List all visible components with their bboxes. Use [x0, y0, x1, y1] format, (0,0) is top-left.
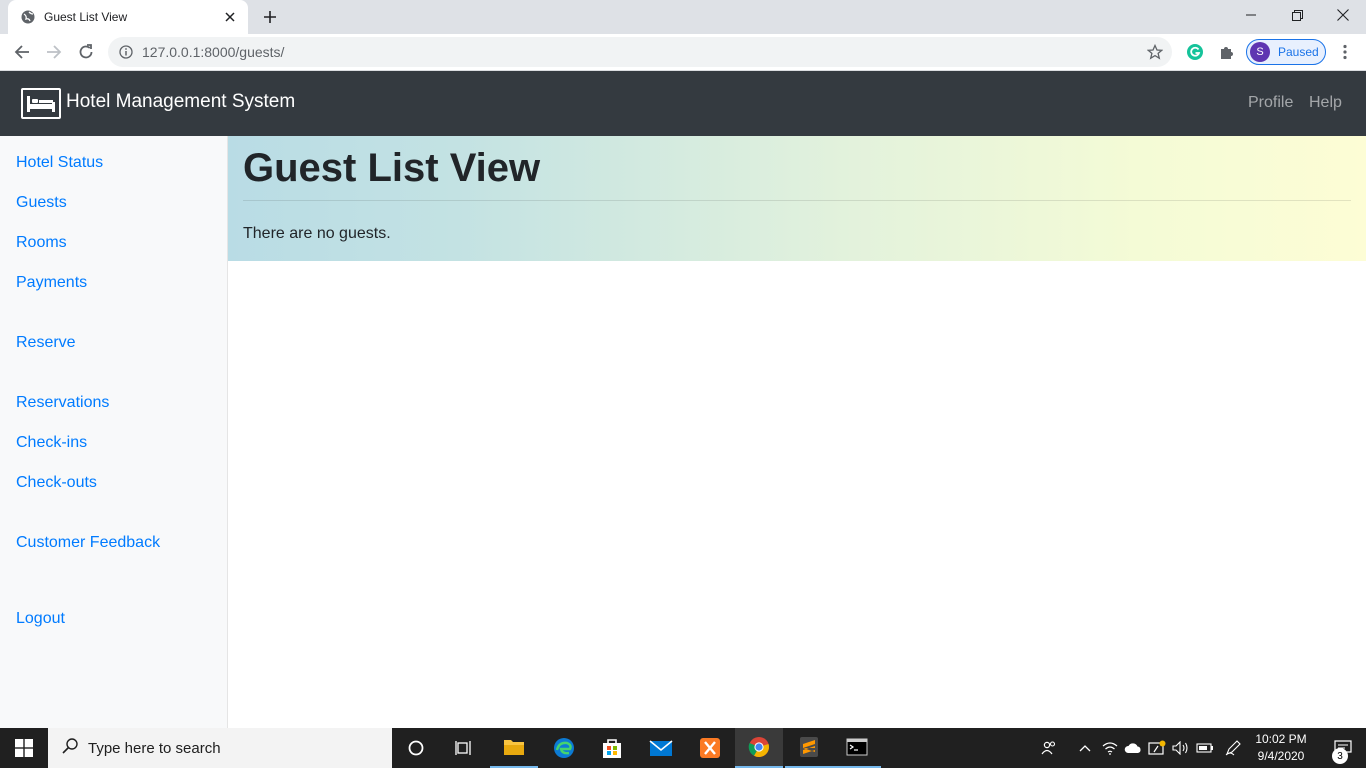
- sidebar-item-check-ins[interactable]: Check-ins: [16, 434, 87, 452]
- search-placeholder: Type here to search: [88, 739, 221, 757]
- brand-title[interactable]: Hotel Management System: [66, 91, 295, 113]
- command-prompt-icon[interactable]: [833, 728, 881, 768]
- pen-workspace-icon[interactable]: [1220, 728, 1246, 768]
- file-explorer-icon[interactable]: [490, 728, 538, 768]
- sidebar-item-hotel-status[interactable]: Hotel Status: [16, 154, 103, 172]
- browser-toolbar: 127.0.0.1:8000/guests/ S Paused: [0, 34, 1366, 71]
- wifi-icon[interactable]: [1099, 728, 1121, 768]
- onedrive-cloud-icon[interactable]: [1122, 728, 1144, 768]
- forward-arrow-icon[interactable]: [40, 38, 68, 66]
- bed-icon[interactable]: [21, 88, 61, 119]
- profile-status-label: Paused: [1278, 45, 1319, 59]
- close-tab-icon[interactable]: [222, 9, 238, 25]
- new-tab-button[interactable]: [258, 5, 282, 29]
- nav-link-profile[interactable]: Profile: [1248, 94, 1293, 112]
- security-alert-icon[interactable]: [1146, 728, 1168, 768]
- xampp-icon[interactable]: [686, 728, 734, 768]
- taskbar-search-box[interactable]: Type here to search: [48, 728, 392, 768]
- address-bar[interactable]: 127.0.0.1:8000/guests/: [108, 37, 1172, 67]
- sublime-text-icon[interactable]: [785, 728, 833, 768]
- clock-time: 10:02 PM: [1255, 732, 1307, 746]
- sidebar-item-reserve[interactable]: Reserve: [16, 334, 76, 352]
- chrome-icon[interactable]: [735, 728, 783, 768]
- volume-icon[interactable]: [1170, 728, 1192, 768]
- sidebar: Hotel Status Guests Rooms Payments Reser…: [0, 136, 228, 728]
- notification-count-badge: 3: [1332, 748, 1348, 764]
- chrome-menu-icon[interactable]: [1331, 38, 1359, 66]
- battery-icon[interactable]: [1194, 728, 1216, 768]
- sidebar-item-payments[interactable]: Payments: [16, 274, 87, 292]
- taskbar-clock[interactable]: 10:02 PM 9/4/2020: [1252, 731, 1310, 765]
- nav-link-help[interactable]: Help: [1309, 94, 1342, 112]
- profile-chip-button[interactable]: S Paused: [1246, 39, 1326, 65]
- sidebar-item-check-outs[interactable]: Check-outs: [16, 474, 97, 492]
- windows-taskbar: Type here to search 10:02 PM 9/4/2020: [0, 728, 1366, 768]
- back-arrow-icon[interactable]: [8, 38, 36, 66]
- clock-date: 9/4/2020: [1257, 749, 1305, 763]
- grammarly-extension-icon[interactable]: [1181, 38, 1209, 66]
- browser-tab[interactable]: Guest List View: [8, 0, 248, 34]
- bookmark-star-icon[interactable]: [1146, 43, 1164, 61]
- show-hidden-icons-chevron-icon[interactable]: [1074, 728, 1096, 768]
- sidebar-item-guests[interactable]: Guests: [16, 194, 67, 212]
- globe-icon: [20, 9, 36, 25]
- avatar: S: [1250, 42, 1270, 62]
- info-icon[interactable]: [118, 44, 134, 60]
- edge-browser-icon[interactable]: [540, 728, 588, 768]
- page-title: Guest List View: [243, 146, 541, 190]
- sidebar-item-logout[interactable]: Logout: [16, 610, 65, 628]
- url-text: 127.0.0.1:8000/guests/: [142, 44, 285, 60]
- microsoft-store-icon[interactable]: [588, 728, 636, 768]
- people-icon[interactable]: [1036, 728, 1062, 768]
- reload-icon[interactable]: [72, 38, 100, 66]
- empty-state-message: There are no guests.: [243, 225, 391, 242]
- restore-button[interactable]: [1274, 0, 1320, 30]
- tab-title: Guest List View: [44, 10, 128, 24]
- page-header-panel: Guest List View There are no guests.: [228, 136, 1366, 261]
- search-icon: [62, 737, 78, 759]
- app-navbar: Hotel Management System Profile Help: [0, 71, 1366, 136]
- cortana-icon[interactable]: [392, 728, 440, 768]
- sidebar-item-customer-feedback[interactable]: Customer Feedback: [16, 534, 160, 552]
- divider: [243, 200, 1351, 201]
- mail-icon[interactable]: [637, 728, 685, 768]
- window-close-button[interactable]: [1320, 0, 1366, 30]
- sidebar-item-reservations[interactable]: Reservations: [16, 394, 109, 412]
- sidebar-item-rooms[interactable]: Rooms: [16, 234, 67, 252]
- windows-start-icon[interactable]: [0, 728, 48, 768]
- task-view-icon[interactable]: [440, 728, 488, 768]
- browser-tabstrip: Guest List View: [0, 0, 1366, 34]
- minimize-button[interactable]: [1228, 0, 1274, 30]
- extensions-puzzle-icon[interactable]: [1213, 38, 1241, 66]
